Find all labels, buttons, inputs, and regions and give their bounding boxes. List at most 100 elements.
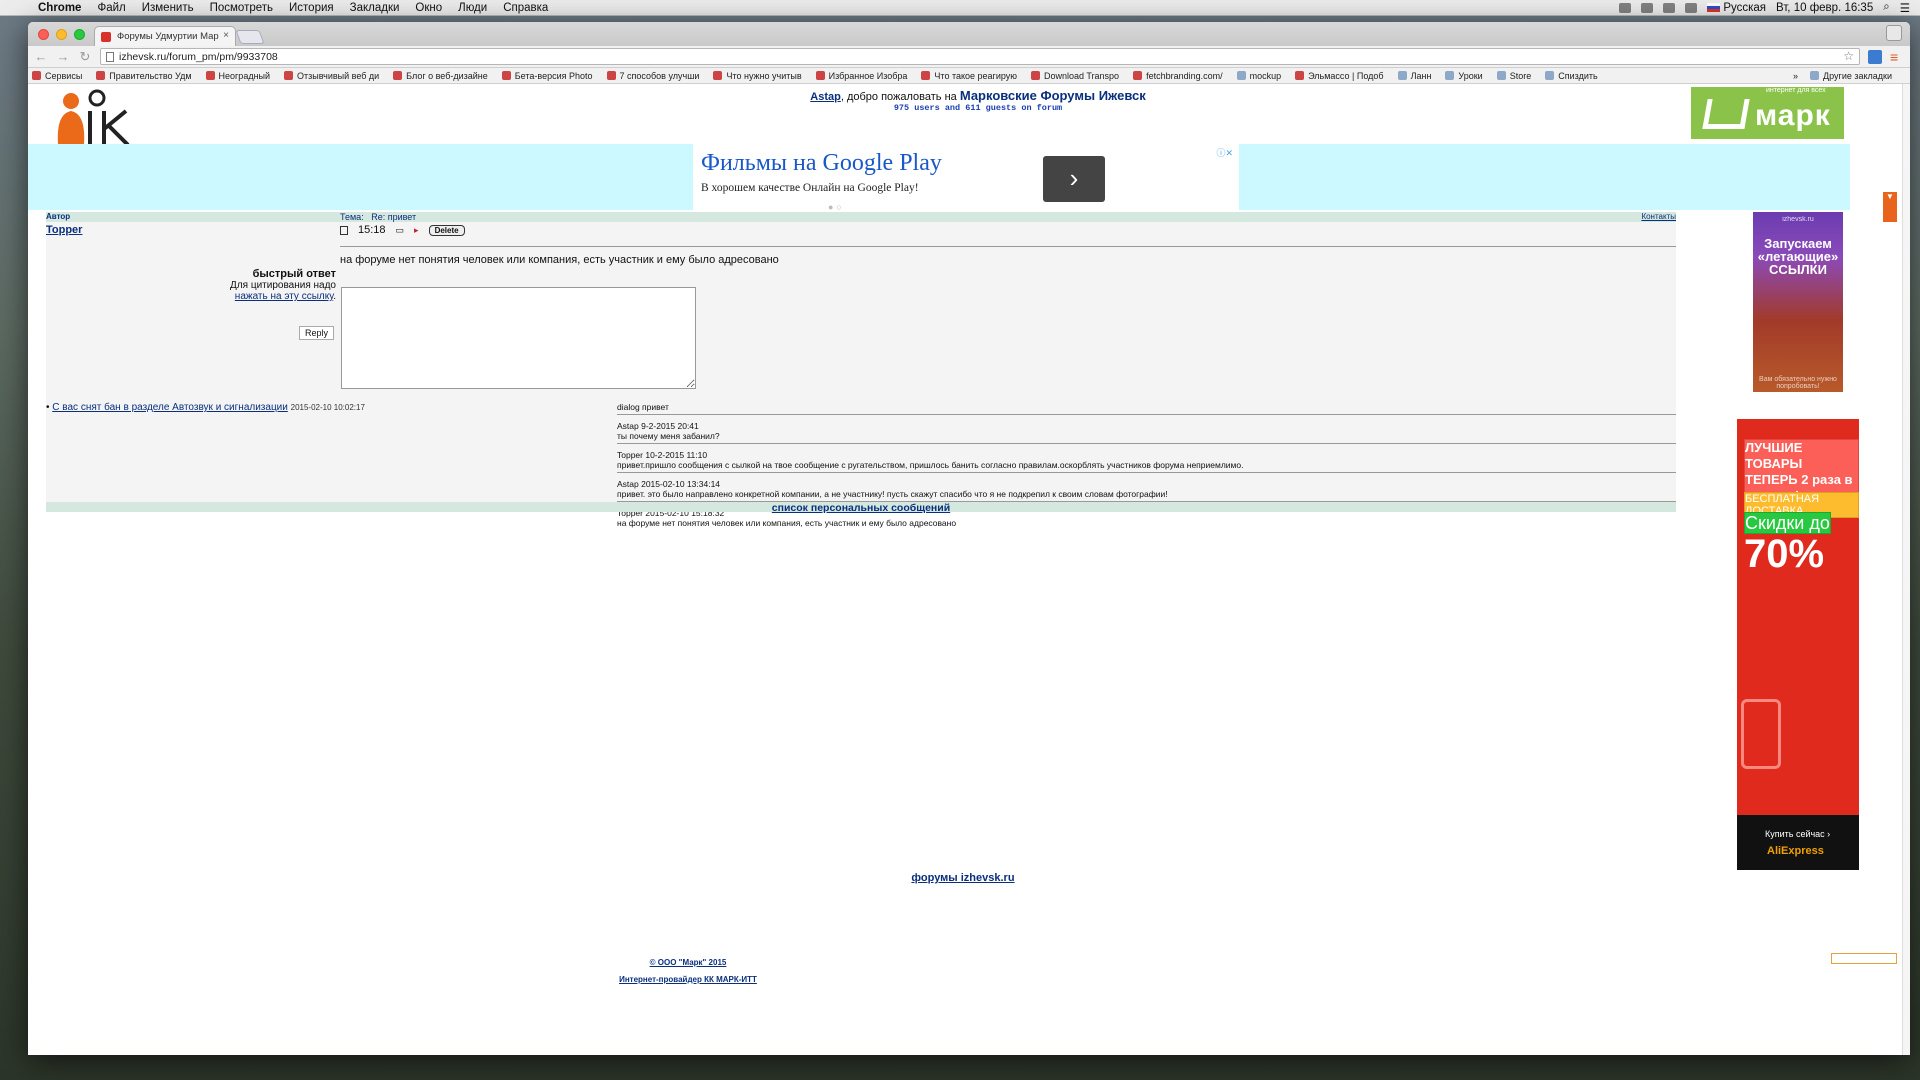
status-area: Русская Вт, 10 февр. 16:35 ⌕ ☰: [1619, 1, 1920, 15]
bookmark-item[interactable]: fetchbranding.com/: [1133, 71, 1223, 81]
bookmark-item[interactable]: Избранное Изобра: [815, 71, 907, 81]
bookmark-favicon-icon: [96, 71, 106, 80]
reply-textarea[interactable]: [341, 287, 696, 389]
reply-button[interactable]: Reply: [298, 326, 334, 340]
bookmark-favicon-icon: [1133, 71, 1143, 80]
profile-icon[interactable]: [1886, 25, 1902, 41]
user-link[interactable]: Astap: [810, 91, 841, 103]
site-name: Марковские Форумы Ижевск: [959, 88, 1146, 103]
mac-menubar: Chrome Файл Изменить Посмотреть История …: [0, 0, 1920, 16]
bookmark-favicon-icon: [393, 71, 403, 80]
ad-info-icon[interactable]: ⓘ✕: [1216, 146, 1233, 159]
delete-button[interactable]: Delete: [428, 224, 465, 236]
spotlight-icon[interactable]: ⌕: [1883, 1, 1889, 14]
bookmark-favicon-icon: [501, 71, 511, 80]
message-meta: 15:18 ▭ ▸ Delete: [340, 224, 465, 236]
ban-link[interactable]: С вас снят бан в разделе Автозвук и сигн…: [52, 402, 288, 413]
clock[interactable]: Вт, 10 февр. 16:35: [1776, 2, 1873, 14]
bookmark-star-icon[interactable]: ☆: [1843, 49, 1854, 63]
input-language[interactable]: Русская: [1707, 2, 1766, 14]
forward-msg-icon[interactable]: ▸: [414, 225, 419, 236]
back-icon[interactable]: ←: [34, 49, 48, 64]
menu-window[interactable]: Окно: [415, 2, 442, 14]
zoom-window-button[interactable]: [74, 29, 85, 40]
copyright-link[interactable]: © ООО "Марк" 2015: [650, 958, 727, 967]
author-column-label: Автор: [46, 212, 71, 221]
bookmark-favicon-icon: [1236, 71, 1246, 80]
close-window-button[interactable]: [38, 29, 49, 40]
bookmark-item[interactable]: Download Transpo: [1031, 71, 1119, 81]
bookmark-item[interactable]: Что нужно учитыв: [713, 71, 802, 81]
bookmark-item[interactable]: mockup: [1236, 71, 1281, 81]
bookmark-item[interactable]: Отзывчивый веб ди: [284, 71, 379, 81]
bookmark-item[interactable]: Уроки: [1445, 71, 1483, 81]
pm-list-link[interactable]: список персональных сообщений: [772, 502, 950, 514]
online-stats: 975 users and 611 guests on forum: [893, 103, 1063, 113]
other-bookmarks[interactable]: Другие закладки: [1810, 71, 1892, 81]
bookmark-item[interactable]: Эльмассо | Подоб: [1295, 71, 1384, 81]
izhevsk-logo[interactable]: [48, 89, 143, 149]
divider: [340, 246, 1676, 247]
bookmark-item[interactable]: Store: [1496, 71, 1531, 81]
bookmark-favicon-icon: [1031, 71, 1041, 80]
close-tab-icon[interactable]: ×: [223, 30, 229, 41]
web-page: Astap, добро пожаловать на Марковские Фо…: [28, 84, 1910, 1055]
bookmark-item[interactable]: Сервисы: [32, 71, 82, 81]
chrome-menu-icon[interactable]: ≡: [1890, 50, 1904, 64]
message-text: на форуме нет понятия человек или компан…: [340, 254, 779, 266]
bookmark-item[interactable]: Блог о веб-дизайне: [393, 71, 488, 81]
notification-icon[interactable]: [1619, 2, 1632, 13]
ad-subtitle: В хорошем качестве Онлайн на Google Play…: [701, 182, 919, 194]
dialog-row: dialog привет: [617, 402, 1676, 415]
wifi-icon[interactable]: [1663, 2, 1676, 13]
counter-badge-icon[interactable]: [1831, 953, 1897, 964]
side-ad-aliexpress[interactable]: ЛУЧШИЕ ТОВАРЫ ТЕПЕРЬ 2 раза в неделю! БЕ…: [1737, 419, 1859, 870]
quote-icon[interactable]: ▭: [396, 225, 405, 236]
page-scrollbar[interactable]: [1902, 84, 1910, 1055]
dialog-row: Topper 10-2-2015 11:10 привет.пришло сооб…: [617, 444, 1676, 473]
forward-icon[interactable]: →: [56, 49, 70, 64]
mark-logo-icon: [1702, 99, 1750, 129]
bookmark-item[interactable]: Что такое реагирую: [921, 71, 1017, 81]
ad-next-icon[interactable]: ›: [1043, 156, 1105, 202]
bookmark-item[interactable]: Бета-версия Photo: [501, 71, 593, 81]
buy-now-link[interactable]: Купить сейчас ›: [1765, 829, 1830, 839]
bookmark-favicon-icon: [1295, 71, 1305, 80]
menu-bookmarks[interactable]: Закладки: [350, 2, 400, 14]
google-play-ad[interactable]: Фильмы на Google Play В хорошем качестве…: [693, 144, 1239, 212]
contacts-link[interactable]: Контакты: [1641, 212, 1676, 221]
address-bar[interactable]: izhevsk.ru/forum_pm/pm/9933708 ☆: [100, 48, 1860, 65]
author-link[interactable]: Topper: [46, 224, 82, 236]
mark-banner[interactable]: интернет для всех марк: [1691, 87, 1844, 139]
quote-link[interactable]: нажать на эту ссылку: [235, 291, 333, 302]
quick-reply-panel: быстрый ответ Для цитирования надо нажат…: [230, 268, 336, 340]
side-ad-links[interactable]: izhevsk.ru Запускаем «летающие» ССЫЛКИ В…: [1753, 212, 1843, 392]
bookmark-item[interactable]: Неоградный: [205, 71, 270, 81]
menu-history[interactable]: История: [289, 2, 334, 14]
menu-file[interactable]: Файл: [97, 2, 125, 14]
reload-icon[interactable]: ↻: [78, 49, 92, 65]
minimize-window-button[interactable]: [56, 29, 67, 40]
scroll-top-icon[interactable]: ▼: [1883, 192, 1897, 222]
message-icon: [340, 225, 348, 235]
notification-center-icon[interactable]: ☰: [1900, 1, 1910, 15]
bookmark-item[interactable]: Правительство Удм: [96, 71, 192, 81]
bookmark-item[interactable]: 7 способов улучши: [606, 71, 699, 81]
menu-edit[interactable]: Изменить: [142, 2, 194, 14]
extension-icon[interactable]: [1868, 49, 1882, 64]
pm-body: Topper 15:18 ▭ ▸ Delete на форуме нет по…: [46, 222, 1676, 528]
bookmark-item[interactable]: Ланн: [1397, 71, 1431, 81]
menu-help[interactable]: Справка: [503, 2, 548, 14]
new-tab-button[interactable]: [235, 30, 265, 44]
provider-link[interactable]: Интернет-провайдер КК МАРК-ИТТ: [619, 975, 757, 984]
bookmarks-more-button[interactable]: »: [1793, 71, 1798, 81]
bookmark-favicon-icon: [1445, 71, 1455, 80]
menu-app[interactable]: Chrome: [38, 2, 81, 14]
tab-active[interactable]: Форумы Удмуртии Мар ×: [94, 26, 236, 46]
time-machine-icon[interactable]: [1641, 2, 1654, 13]
volume-icon[interactable]: [1685, 2, 1698, 13]
menu-people[interactable]: Люди: [458, 2, 487, 14]
forums-link[interactable]: форумы izhevsk.ru: [911, 872, 1014, 884]
menu-view[interactable]: Посмотреть: [210, 2, 273, 14]
bookmark-item[interactable]: Спиздить: [1545, 71, 1598, 81]
